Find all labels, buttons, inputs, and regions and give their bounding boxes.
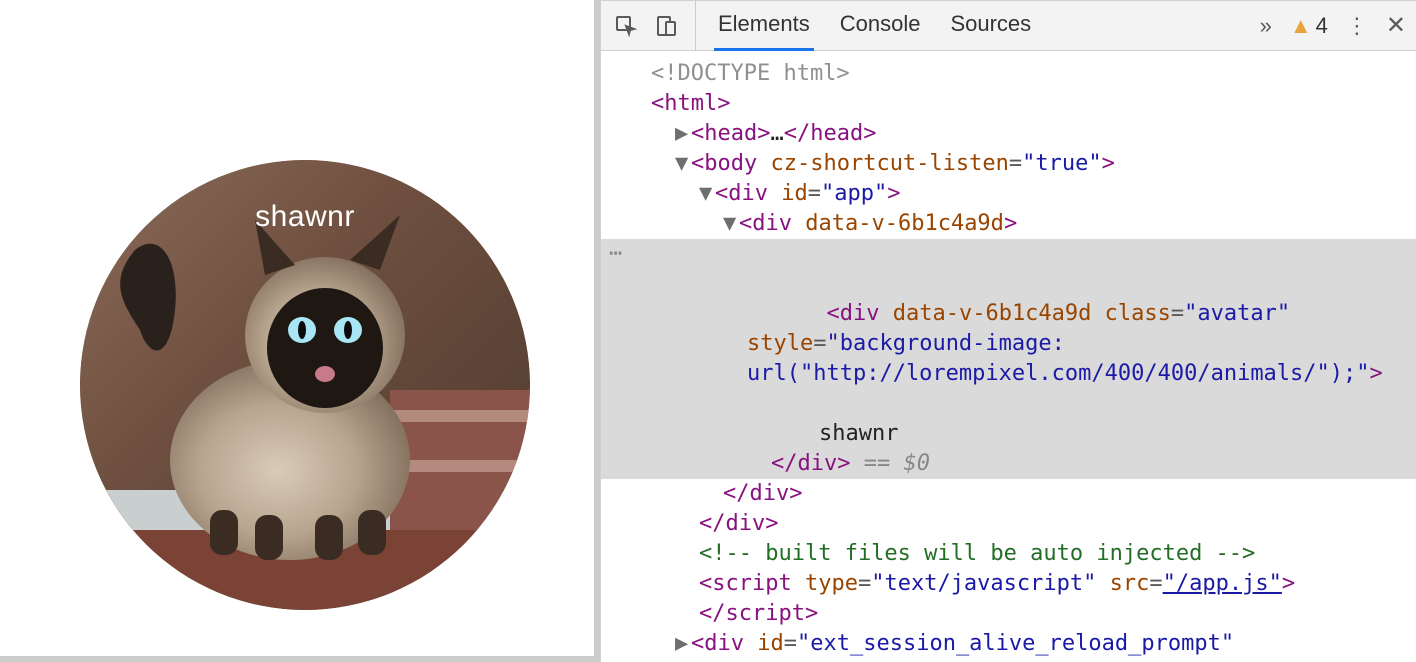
dom-script[interactable]: <script type="text/javascript" src="/app… bbox=[601, 569, 1416, 629]
dom-head[interactable]: ▶<head>…</head> bbox=[601, 119, 1416, 149]
tab-elements[interactable]: Elements bbox=[714, 1, 814, 51]
tab-console[interactable]: Console bbox=[836, 1, 925, 51]
warning-count: 4 bbox=[1316, 13, 1328, 39]
devtools-toolbar: Elements Console Sources » ▲ 4 ⋮ ✕ bbox=[601, 1, 1416, 51]
inspect-element-icon[interactable] bbox=[611, 11, 641, 41]
warnings-badge[interactable]: ▲ 4 bbox=[1290, 13, 1328, 39]
devtools-tabstrip: Elements Console Sources bbox=[714, 1, 1035, 51]
avatar: shawnr bbox=[80, 160, 530, 610]
dom-comment[interactable]: <!-- built files will be auto injected -… bbox=[601, 539, 1416, 569]
dom-wrap-close[interactable]: </div> bbox=[601, 479, 1416, 509]
close-icon[interactable]: ✕ bbox=[1386, 11, 1406, 40]
tab-sources[interactable]: Sources bbox=[946, 1, 1035, 51]
dom-app-close[interactable]: </div> bbox=[601, 509, 1416, 539]
dom-avatar-text[interactable]: shawnr bbox=[601, 419, 1416, 449]
dom-ext-div[interactable]: ▶<div id="ext_session_alive_reload_promp… bbox=[601, 629, 1416, 662]
dom-app-open[interactable]: ▼<div id="app"> bbox=[601, 179, 1416, 209]
dom-doctype[interactable]: <!DOCTYPE html> bbox=[601, 59, 1416, 89]
device-toggle-icon[interactable] bbox=[651, 11, 681, 41]
dom-avatar-close[interactable]: </div> == $0 bbox=[601, 449, 1416, 479]
devtools-panel: Elements Console Sources » ▲ 4 ⋮ ✕ <!DOC… bbox=[600, 0, 1416, 662]
dom-avatar-selected[interactable]: ⋯ <div data-v-6b1c4a9d class="avatar" st… bbox=[601, 239, 1416, 419]
dom-wrap-open[interactable]: ▼<div data-v-6b1c4a9d> bbox=[601, 209, 1416, 239]
more-tabs-icon[interactable]: » bbox=[1260, 13, 1272, 39]
selected-indicator-icon: ⋯ bbox=[609, 239, 622, 269]
devtools-toolbar-icons bbox=[611, 1, 696, 51]
elements-tree[interactable]: <!DOCTYPE html> <html> ▶<head>…</head> ▼… bbox=[601, 51, 1416, 662]
dom-html-open[interactable]: <html> bbox=[601, 89, 1416, 119]
avatar-text: shawnr bbox=[255, 200, 355, 234]
kebab-menu-icon[interactable]: ⋮ bbox=[1346, 13, 1368, 39]
dom-body-open[interactable]: ▼<body cz-shortcut-listen="true"> bbox=[601, 149, 1416, 179]
page-viewport: shawnr bbox=[0, 0, 600, 662]
devtools-toolbar-right: » ▲ 4 ⋮ ✕ bbox=[1260, 11, 1406, 40]
warning-icon: ▲ bbox=[1290, 13, 1312, 39]
